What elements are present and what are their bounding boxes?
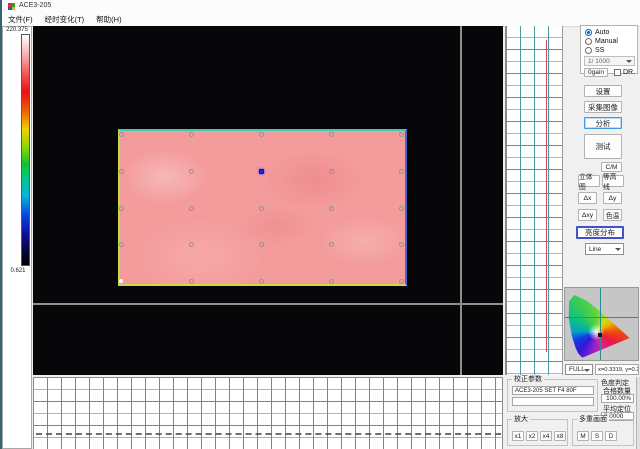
scrollbar-strip[interactable] bbox=[636, 377, 640, 449]
correction-group-title: 校正参数 bbox=[512, 376, 544, 383]
luminance-dist-button[interactable]: 亮度分布 bbox=[576, 226, 624, 239]
scale-max-value: 220.375 bbox=[3, 27, 31, 33]
stereo-view-button[interactable]: 立体图 bbox=[578, 175, 600, 187]
radio-auto-label: Auto bbox=[595, 29, 609, 36]
pass-count-value: 100.00% bbox=[601, 394, 634, 403]
measure-point bbox=[259, 279, 264, 284]
cie-crosshair-horizontal bbox=[565, 317, 638, 318]
zoom-x8-button[interactable]: x8 bbox=[554, 431, 566, 441]
menu-help[interactable]: 帮助(H) bbox=[90, 14, 127, 26]
measure-point bbox=[329, 279, 334, 284]
zoom-group: 放大 x1 x2 x4 x8 bbox=[507, 419, 568, 446]
chevron-down-icon bbox=[626, 60, 632, 63]
measure-point bbox=[399, 169, 404, 174]
cie-horseshoe bbox=[568, 290, 635, 358]
app-icon-quad bbox=[12, 7, 16, 11]
measure-grid bbox=[118, 129, 407, 286]
measure-point bbox=[259, 206, 264, 211]
test-button[interactable]: 测试 bbox=[584, 134, 622, 159]
cie-crosshair-vertical bbox=[600, 288, 601, 360]
measure-point bbox=[399, 132, 404, 137]
measure-point bbox=[119, 242, 124, 247]
chevron-down-icon bbox=[584, 369, 590, 372]
crosshair-vertical[interactable] bbox=[460, 26, 462, 375]
cie-mode-value: FULL bbox=[569, 366, 585, 373]
menu-time-variation[interactable]: 经时变化(T) bbox=[39, 14, 91, 26]
measure-point bbox=[399, 206, 404, 211]
title-bar[interactable]: ACE3-205 bbox=[2, 0, 640, 14]
app-icon bbox=[8, 3, 15, 10]
multi-m-button[interactable]: M bbox=[577, 431, 589, 441]
scale-min-value: 0.621 bbox=[6, 268, 30, 274]
color-scale-bar bbox=[21, 34, 30, 266]
radio-ss-label: SS bbox=[595, 47, 604, 54]
capture-image-button[interactable]: 采集图像 bbox=[584, 101, 622, 113]
cie-coords-readout: x=0.3319, y=0.2898 bbox=[595, 364, 639, 375]
radio-ss[interactable] bbox=[585, 47, 592, 54]
multi-screen-group-title: 多重画面 bbox=[577, 416, 609, 423]
gain-button[interactable]: 0gain bbox=[584, 68, 608, 77]
measure-point bbox=[189, 169, 194, 174]
vertical-profile-table[interactable] bbox=[505, 26, 563, 375]
radio-manual-label: Manual bbox=[595, 38, 618, 45]
menu-file[interactable]: 文件(F) bbox=[2, 14, 39, 26]
multi-screen-group: 多重画面 M S D bbox=[572, 419, 634, 446]
window-title: ACE3-205 bbox=[19, 2, 51, 9]
exposure-group: Auto Manual SS 1/ 1000 0gain DR. bbox=[580, 25, 638, 74]
measure-point bbox=[189, 206, 194, 211]
contour-button[interactable]: 等高线 bbox=[602, 175, 624, 187]
settings-button[interactable]: 设置 bbox=[584, 85, 622, 97]
line-select-value: Line bbox=[589, 246, 601, 253]
measure-point bbox=[189, 132, 194, 137]
correction-preset-field[interactable]: ACE3-205 SET F4 80F bbox=[512, 386, 594, 395]
radio-manual[interactable] bbox=[585, 38, 592, 45]
dr-label: DR. bbox=[623, 69, 635, 76]
measure-point bbox=[189, 279, 194, 284]
color-temp-button[interactable]: 色温 bbox=[603, 209, 622, 221]
zoom-x2-button[interactable]: x2 bbox=[526, 431, 538, 441]
line-select[interactable]: Line bbox=[585, 243, 624, 255]
zoom-group-title: 放大 bbox=[512, 416, 530, 423]
camera-image-view[interactable] bbox=[33, 26, 503, 375]
crosshair-horizontal[interactable] bbox=[33, 303, 503, 305]
profile-trace-horizontal bbox=[36, 433, 501, 435]
measure-point-active bbox=[259, 169, 264, 174]
correction-group: 校正参数 ACE3-205 SET F4 80F bbox=[507, 379, 598, 412]
profile-trace-vertical bbox=[546, 40, 547, 352]
measure-point bbox=[399, 279, 404, 284]
delta-x-button[interactable]: Δx bbox=[578, 192, 597, 204]
cie-mode-select[interactable]: FULL bbox=[565, 364, 593, 375]
measure-point bbox=[329, 242, 334, 247]
measure-point bbox=[329, 132, 334, 137]
cie-diagram[interactable] bbox=[564, 287, 639, 361]
dr-checkbox[interactable] bbox=[614, 69, 621, 76]
measure-point bbox=[329, 206, 334, 211]
measure-point-origin bbox=[119, 279, 123, 283]
delta-y-button[interactable]: Δy bbox=[603, 192, 622, 204]
measure-point bbox=[399, 242, 404, 247]
zoom-x4-button[interactable]: x4 bbox=[540, 431, 552, 441]
analyze-button[interactable]: 分析 bbox=[584, 117, 622, 129]
measure-point bbox=[119, 169, 124, 174]
zoom-x1-button[interactable]: x1 bbox=[512, 431, 524, 441]
measure-point bbox=[329, 169, 334, 174]
measure-point bbox=[189, 242, 194, 247]
measure-point bbox=[119, 132, 124, 137]
correction-field2[interactable] bbox=[512, 397, 594, 406]
multi-d-button[interactable]: D bbox=[605, 431, 617, 441]
shutter-select[interactable]: 1/ 1000 bbox=[584, 56, 635, 66]
radio-auto[interactable] bbox=[585, 29, 592, 36]
cie-measured-point bbox=[598, 333, 602, 337]
measure-point bbox=[259, 242, 264, 247]
measure-point bbox=[259, 132, 264, 137]
chevron-down-icon bbox=[615, 248, 621, 251]
measure-point bbox=[119, 206, 124, 211]
app-window: ACE3-205 文件(F) 经时变化(T) 帮助(H) 220.375 0.6… bbox=[0, 0, 640, 449]
horizontal-profile-table[interactable] bbox=[33, 377, 503, 449]
delta-xy-button[interactable]: Δxy bbox=[578, 209, 597, 221]
multi-s-button[interactable]: S bbox=[591, 431, 603, 441]
shutter-value: 1/ 1000 bbox=[588, 58, 610, 65]
menu-bar: 文件(F) 经时变化(T) 帮助(H) bbox=[2, 13, 640, 27]
